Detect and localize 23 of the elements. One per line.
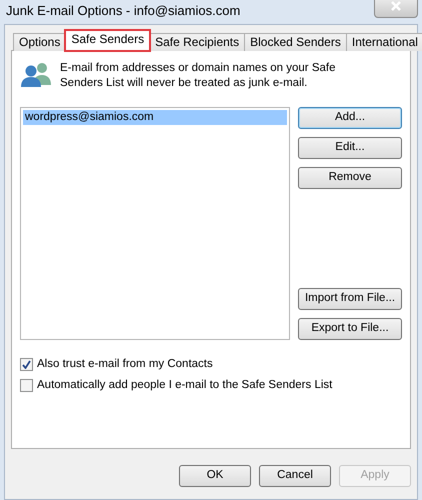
checkbox[interactable] bbox=[20, 379, 33, 392]
side-button[interactable]: Export to File... bbox=[298, 318, 402, 340]
side-button[interactable]: Add... bbox=[298, 107, 402, 129]
side-button[interactable]: Remove bbox=[298, 167, 402, 189]
tab[interactable]: Options bbox=[13, 33, 66, 51]
checkbox-label: Also trust e-mail from my Contacts bbox=[37, 357, 213, 372]
safe-senders-list[interactable]: wordpress@siamios.com bbox=[20, 107, 290, 340]
tab[interactable]: Blocked Senders bbox=[244, 33, 347, 51]
tab[interactable]: Safe Recipients bbox=[149, 33, 246, 51]
close-button[interactable] bbox=[374, 0, 418, 18]
checkbox-label: Automatically add people I e-mail to the Safe Senders List bbox=[37, 378, 332, 394]
close-icon bbox=[390, 0, 402, 12]
tab[interactable]: Safe Senders bbox=[65, 30, 150, 51]
description-text: E-mail from addresses or domain names on your Safe Senders List will never be treated as junk e-mail. bbox=[60, 61, 336, 91]
tab[interactable]: International bbox=[346, 33, 422, 51]
list-item[interactable]: wordpress@siamios.com bbox=[23, 110, 287, 125]
side-button[interactable]: Edit... bbox=[298, 137, 402, 159]
people-icon bbox=[20, 61, 52, 87]
side-button[interactable]: Import from File... bbox=[298, 288, 402, 310]
window-title: Junk E-mail Options - info@siamios.com bbox=[5, 2, 242, 20]
checkbox[interactable] bbox=[20, 358, 33, 372]
dialog-button[interactable]: OK bbox=[179, 465, 251, 487]
dialog-button[interactable]: Cancel bbox=[259, 465, 331, 487]
